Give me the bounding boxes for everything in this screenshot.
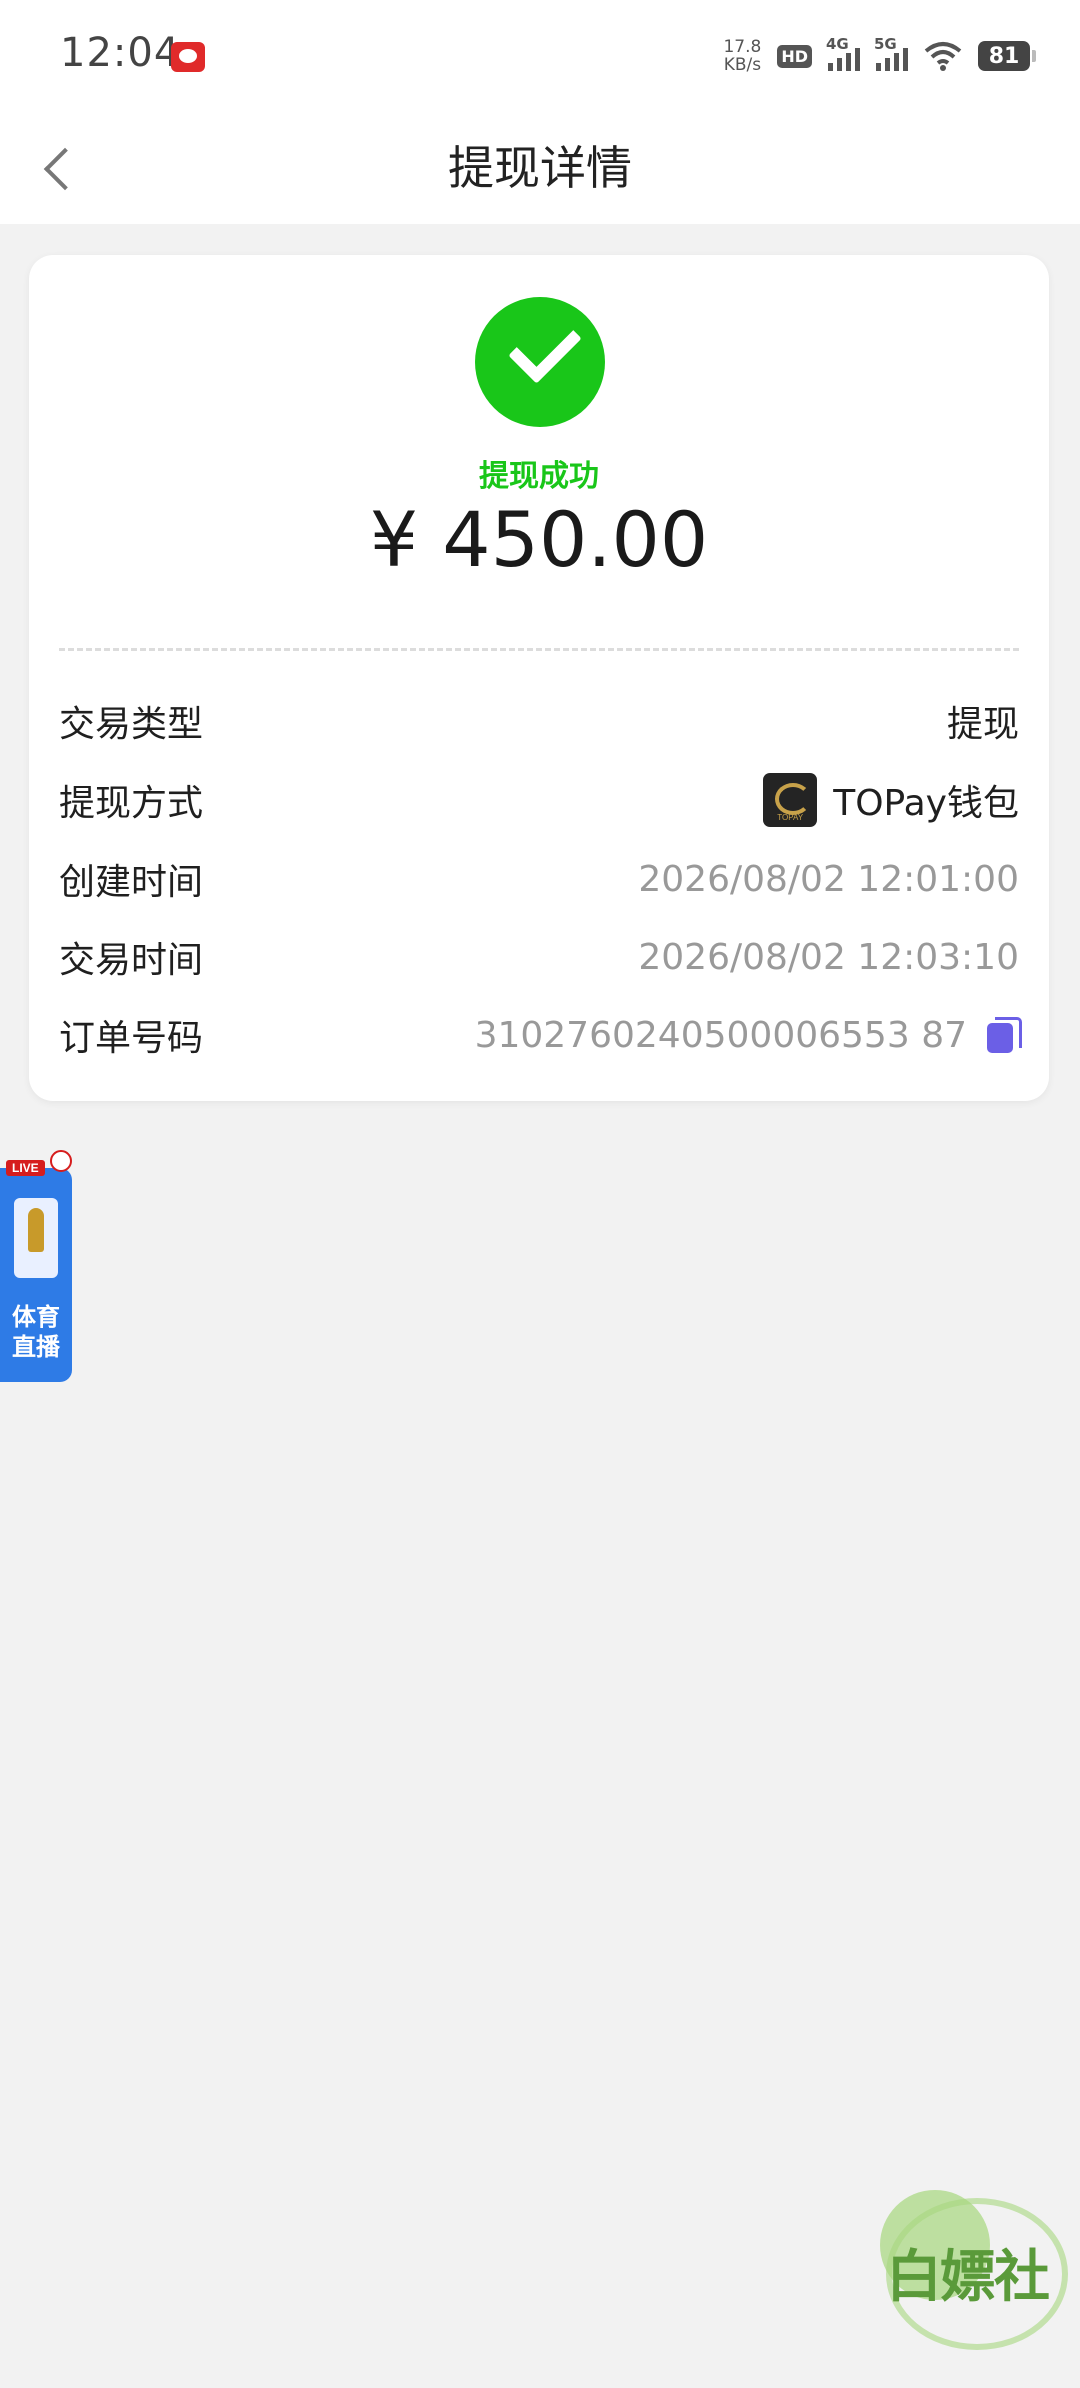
notification-app-icon [171,42,205,72]
dashed-divider [59,648,1019,651]
copy-icon[interactable] [987,1017,1022,1053]
detail-row-order-number: 订单号码 3102760240500006553 87 [59,1005,1022,1065]
status-indicators: 17.8 KB/s HD 4G 5G 81 [723,34,1036,78]
detail-label: 订单号码 [59,1018,204,1059]
detail-label: 交易时间 [59,940,204,981]
topay-logo-icon [763,773,818,827]
withdrawal-amount: ¥ 450.00 [369,495,709,584]
detail-label: 提现方式 [59,783,204,824]
wifi-icon [924,42,962,71]
withdrawal-status: 提现成功 [479,459,599,494]
hd-icon: HD [777,44,812,68]
detail-value: 提现 [946,704,1019,745]
detail-value: TOPay钱包 [833,783,1019,824]
order-number: 3102760240500006553 87 [474,1014,967,1056]
withdrawal-detail-card: 提现成功 ¥ 450.00 交易类型 提现 提现方式 TOPay钱包 创建时间 … [29,255,1049,1101]
status-time: 12:04 [60,30,181,76]
app-header: 提现详情 [0,112,1080,224]
detail-label: 创建时间 [59,862,204,903]
trophy-icon [14,1198,58,1278]
detail-row-created: 创建时间 2026/08/02 12:01:00 [59,849,1019,909]
detail-row-transaction-time: 交易时间 2026/08/02 12:03:10 [59,927,1019,987]
live-badge: LIVE [6,1160,45,1176]
detail-value: 2026/08/02 12:01:00 [638,858,1019,900]
detail-value-wrap: 3102760240500006553 87 [474,1014,1022,1056]
signal-5g-icon: 5G [874,35,908,71]
detail-value: 2026/08/02 12:03:10 [638,936,1019,978]
signal-4g-icon: 4G [826,35,860,71]
success-check-icon [475,297,605,427]
watermark-text: 白嫖社 [886,2244,1050,2310]
detail-label: 交易类型 [59,704,204,745]
watermark-logo: 白嫖社 [866,2184,1068,2350]
battery-icon: 81 [978,41,1036,71]
detail-row-method: 提现方式 TOPay钱包 [59,770,1019,830]
live-sports-float-button[interactable]: LIVE 体育 直播 [0,1150,72,1382]
detail-row-type: 交易类型 提现 [59,691,1019,751]
close-dot-icon[interactable] [50,1150,72,1172]
detail-value-wrap: TOPay钱包 [763,773,1019,827]
status-bar: 12:04 17.8 KB/s HD 4G 5G 81 [0,0,1080,112]
page-title: 提现详情 [448,141,632,195]
network-speed: 17.8 KB/s [723,37,762,75]
float-label: 体育 直播 [12,1303,60,1361]
